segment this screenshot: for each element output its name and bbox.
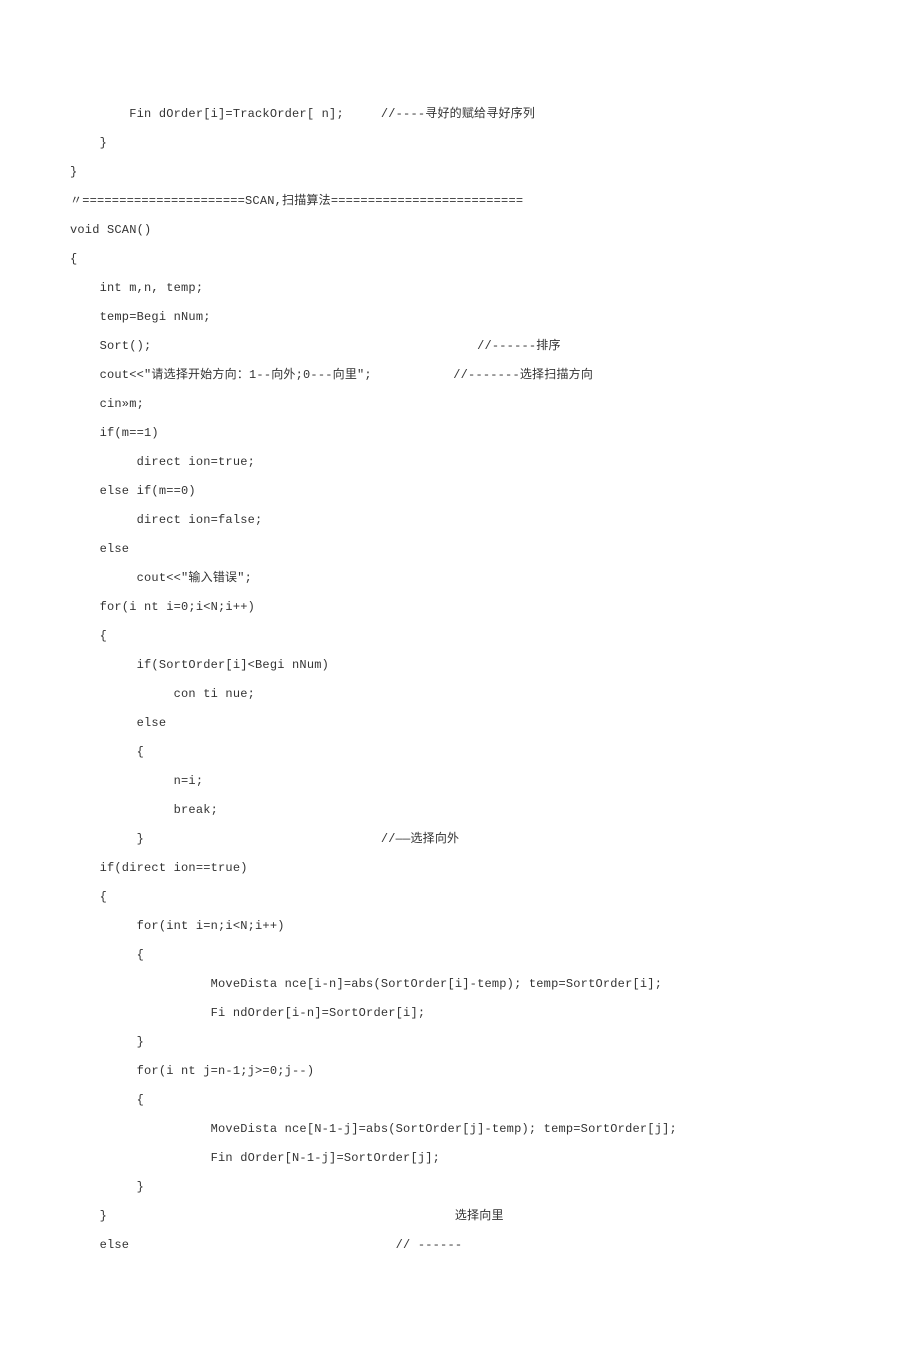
code-line: { — [70, 883, 850, 912]
code-line: Sort(); //------排序 — [70, 332, 850, 361]
code-line: n=i; — [70, 767, 850, 796]
code-line: cout<<"输入错误"; — [70, 564, 850, 593]
code-line: } 选择向里 — [70, 1202, 850, 1231]
code-line: MoveDista nce[i-n]=abs(SortOrder[i]-temp… — [70, 970, 850, 999]
code-line: } //——选择向外 — [70, 825, 850, 854]
code-line: } — [70, 158, 850, 187]
code-line: } — [70, 129, 850, 158]
code-line: cin»m; — [70, 390, 850, 419]
code-line: else — [70, 709, 850, 738]
code-line: { — [70, 738, 850, 767]
code-line: temp=Begi nNum; — [70, 303, 850, 332]
code-line: direct ion=false; — [70, 506, 850, 535]
code-line: { — [70, 1086, 850, 1115]
code-block: Fin dOrder[i]=TrackOrder[ n]; //----寻好的赋… — [70, 100, 850, 1260]
code-line: Fi ndOrder[i-n]=SortOrder[i]; — [70, 999, 850, 1028]
code-line: if(SortOrder[i]<Begi nNum) — [70, 651, 850, 680]
code-line: cout<<"请选择开始方向：1--向外;0---向里"; //-------选… — [70, 361, 850, 390]
code-line: con ti nue; — [70, 680, 850, 709]
code-line: else // ------ — [70, 1231, 850, 1260]
document-page: Fin dOrder[i]=TrackOrder[ n]; //----寻好的赋… — [0, 0, 920, 1360]
code-line: } — [70, 1173, 850, 1202]
code-line: { — [70, 941, 850, 970]
code-line: Fin dOrder[N-1-j]=SortOrder[j]; — [70, 1144, 850, 1173]
code-line: int m,n, temp; — [70, 274, 850, 303]
code-line: void SCAN() — [70, 216, 850, 245]
code-line: } — [70, 1028, 850, 1057]
code-line: for(i nt i=0;i<N;i++) — [70, 593, 850, 622]
code-line: { — [70, 245, 850, 274]
code-line: 〃======================SCAN,扫描算法========… — [70, 187, 850, 216]
code-line: else if(m==0) — [70, 477, 850, 506]
code-line: for(int i=n;i<N;i++) — [70, 912, 850, 941]
code-line: for(i nt j=n-1;j>=0;j--) — [70, 1057, 850, 1086]
code-line: MoveDista nce[N-1-j]=abs(SortOrder[j]-te… — [70, 1115, 850, 1144]
code-line: if(direct ion==true) — [70, 854, 850, 883]
code-line: Fin dOrder[i]=TrackOrder[ n]; //----寻好的赋… — [70, 100, 850, 129]
code-line: else — [70, 535, 850, 564]
code-line: break; — [70, 796, 850, 825]
code-line: { — [70, 622, 850, 651]
code-line: direct ion=true; — [70, 448, 850, 477]
code-line: if(m==1) — [70, 419, 850, 448]
